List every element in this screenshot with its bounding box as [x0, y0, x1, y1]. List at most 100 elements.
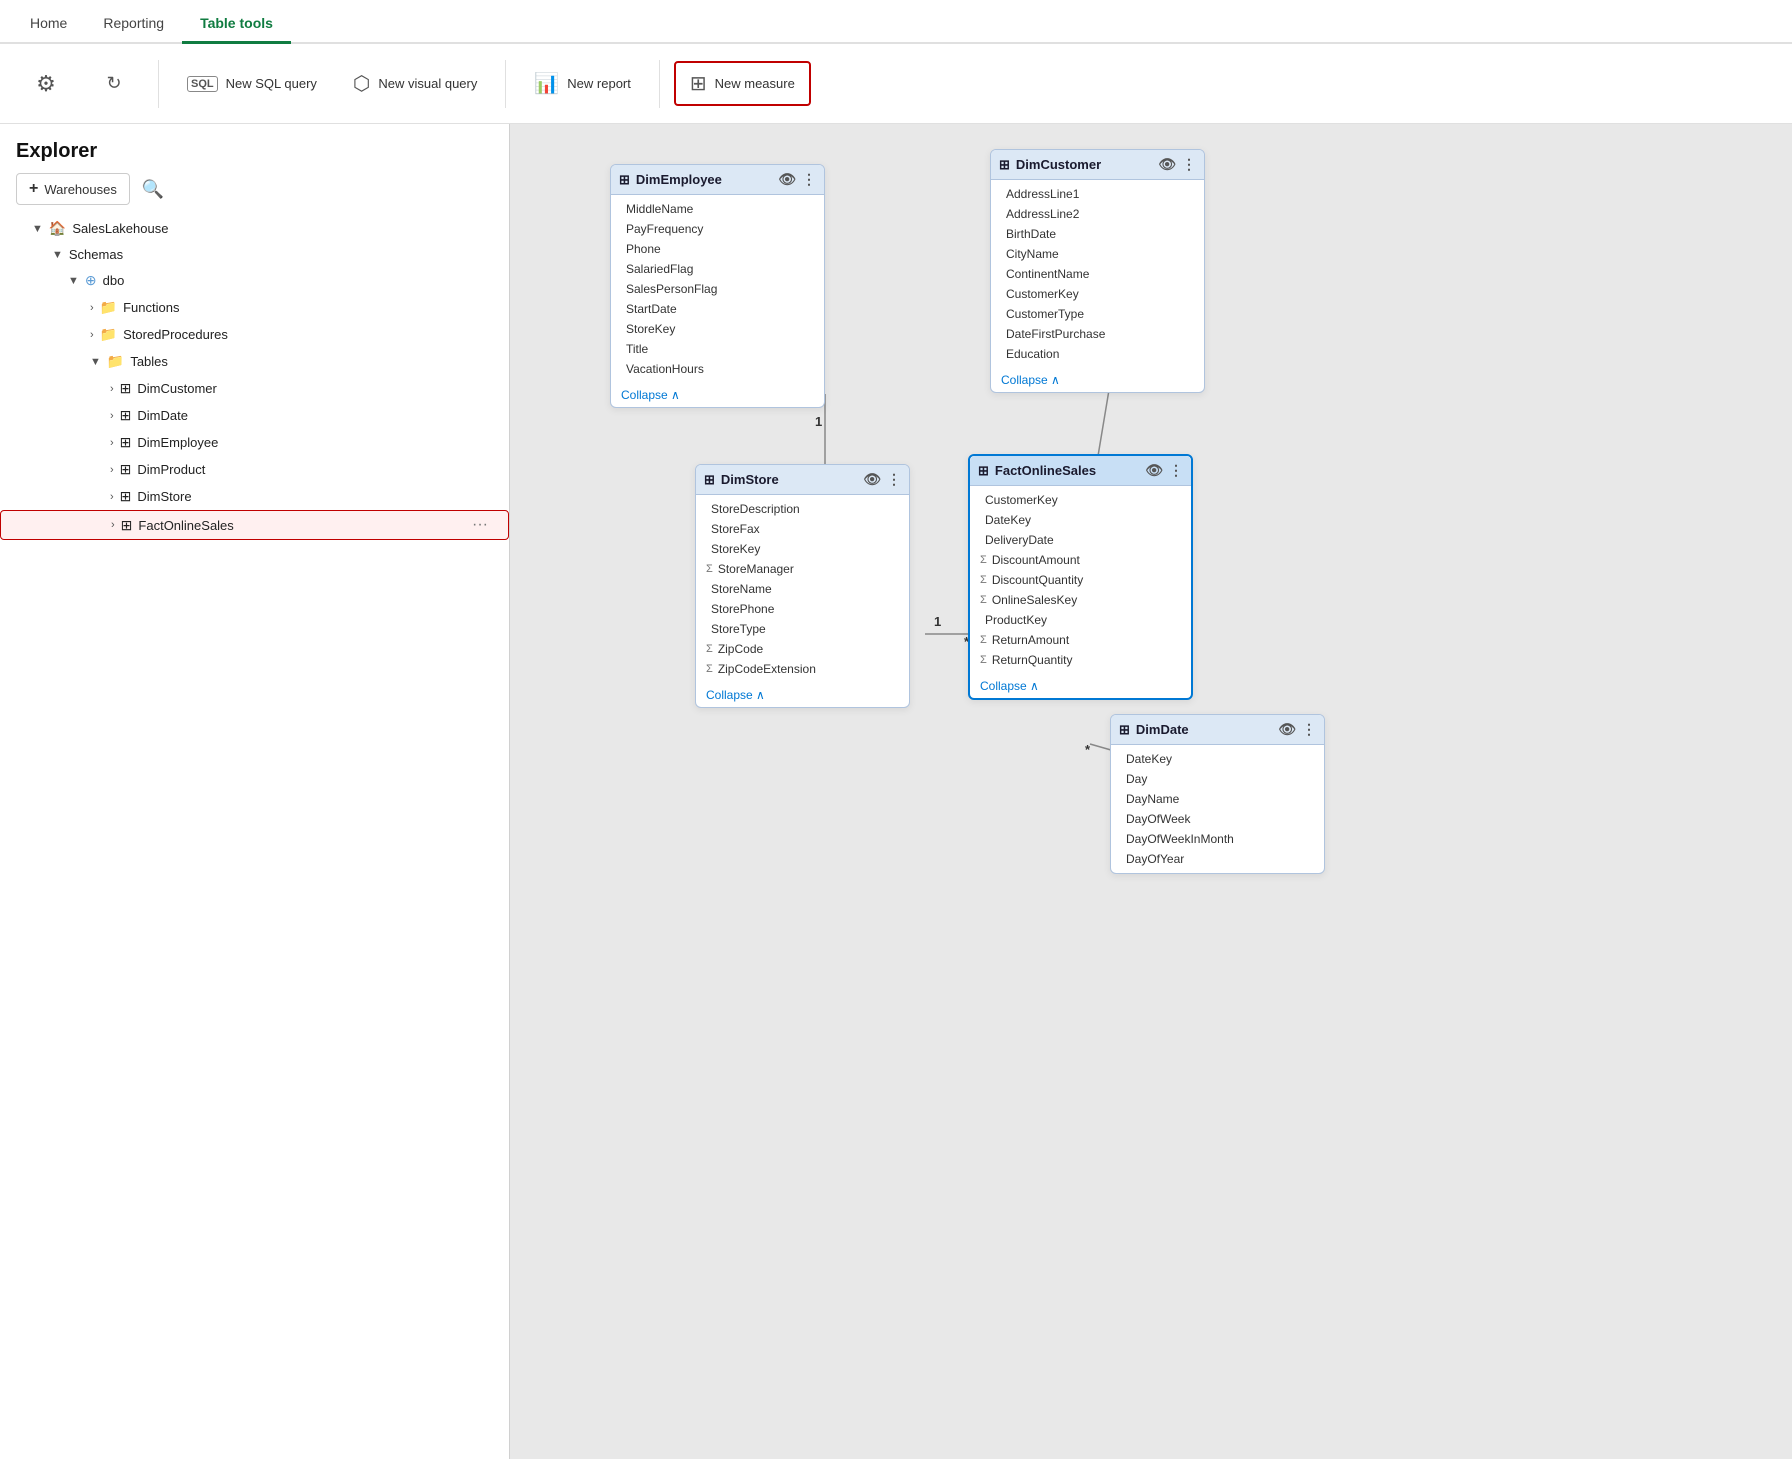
more-icon[interactable]: ⋮	[1169, 462, 1183, 479]
chevron-down-icon: ▼	[90, 356, 101, 368]
eye-icon[interactable]: 👁	[863, 471, 881, 488]
toolbar: ⚙ ↻ SQL New SQL query ⬡ New visual query…	[0, 44, 1792, 124]
eye-icon[interactable]: 👁	[1158, 156, 1176, 173]
more-options-button[interactable]: ···	[468, 516, 492, 534]
tree-label: Schemas	[69, 247, 123, 262]
more-icon[interactable]: ⋮	[887, 471, 901, 488]
table-header-dimemployee: ⊞ DimEmployee 👁 ⋮	[611, 165, 824, 195]
new-sql-query-button[interactable]: SQL New SQL query	[173, 68, 331, 100]
folder-icon: 📁	[100, 326, 117, 343]
eye-icon[interactable]: 👁	[1145, 462, 1163, 479]
refresh-icon: ↻	[106, 73, 121, 94]
table-row: VacationHours	[611, 359, 824, 379]
tree-item-dbo[interactable]: ▼ ⊕ dbo	[0, 267, 509, 294]
chevron-right-icon: ›	[110, 383, 114, 395]
table-row: Day	[1111, 769, 1324, 789]
tree-label: DimProduct	[137, 462, 205, 477]
tree-item-storedprocedures[interactable]: › 📁 StoredProcedures	[0, 321, 509, 348]
tree-label: StoredProcedures	[123, 327, 228, 342]
sql-icon: SQL	[187, 76, 218, 92]
table-title: DimStore	[721, 472, 779, 487]
folder-icon: 📁	[100, 299, 117, 316]
tree-item-factonlinesales[interactable]: › ⊞ FactOnlineSales ···	[0, 510, 509, 540]
report-icon: 📊	[534, 71, 559, 96]
plus-icon: +	[29, 180, 38, 198]
table-row: StoreDescription	[696, 499, 909, 519]
new-visual-query-button[interactable]: ⬡ New visual query	[339, 63, 491, 104]
search-button[interactable]: 🔍	[138, 175, 168, 204]
add-warehouses-button[interactable]: + Warehouses	[16, 173, 130, 205]
table-row: DayOfWeek	[1111, 809, 1324, 829]
tree-label: dbo	[103, 273, 125, 288]
table-title: FactOnlineSales	[995, 463, 1096, 478]
tab-home[interactable]: Home	[12, 5, 85, 44]
tree-label: DimStore	[137, 489, 191, 504]
table-row: CityName	[991, 244, 1204, 264]
more-icon[interactable]: ⋮	[802, 171, 816, 188]
table-body-dimemployee: MiddleName PayFrequency Phone SalariedFl…	[611, 195, 824, 383]
settings-icon: ⚙	[36, 71, 56, 97]
tree-item-dimproduct[interactable]: › ⊞ DimProduct	[0, 456, 509, 483]
chevron-right-icon: ›	[110, 437, 114, 449]
refresh-button[interactable]: ↻	[84, 67, 144, 100]
collapse-dimstore[interactable]: Collapse ∧	[696, 683, 909, 707]
diagram-canvas: 1 ⊕ 1 * * 1 * 1 ⊞ DimEmployee 👁 ⋮ Middle…	[510, 124, 1792, 1459]
table-row: ΣOnlineSalesKey	[970, 590, 1191, 610]
tab-reporting[interactable]: Reporting	[85, 5, 182, 44]
table-row: DayOfYear	[1111, 849, 1324, 869]
new-report-button[interactable]: 📊 New report	[520, 63, 644, 104]
tree-label: SalesLakehouse	[72, 221, 168, 236]
chevron-right-icon: ›	[90, 302, 94, 314]
table-body-dimcustomer: AddressLine1 AddressLine2 BirthDate City…	[991, 180, 1204, 368]
table-row: BirthDate	[991, 224, 1204, 244]
connector-label-7: *	[1085, 742, 1090, 757]
folder-icon: 📁	[107, 353, 124, 370]
search-icon: 🔍	[142, 179, 164, 199]
tree-item-dimcustomer[interactable]: › ⊞ DimCustomer	[0, 375, 509, 402]
more-icon[interactable]: ⋮	[1182, 156, 1196, 173]
tree-item-functions[interactable]: › 📁 Functions	[0, 294, 509, 321]
table-row: StoreKey	[611, 319, 824, 339]
collapse-dimemployee[interactable]: Collapse ∧	[611, 383, 824, 407]
tree-item-schemas[interactable]: ▼ Schemas	[0, 242, 509, 267]
eye-icon[interactable]: 👁	[778, 171, 796, 188]
chevron-down-icon: ▼	[52, 249, 63, 261]
table-row: CustomerKey	[991, 284, 1204, 304]
table-row: DateFirstPurchase	[991, 324, 1204, 344]
settings-button[interactable]: ⚙	[16, 65, 76, 103]
table-icon: ⊞	[1119, 722, 1130, 738]
more-icon[interactable]: ⋮	[1302, 721, 1316, 738]
eye-icon[interactable]: 👁	[1278, 721, 1296, 738]
table-row: ΣDiscountQuantity	[970, 570, 1191, 590]
table-title: DimCustomer	[1016, 157, 1101, 172]
tree-item-dimstore[interactable]: › ⊞ DimStore	[0, 483, 509, 510]
table-icon: ⊞	[120, 488, 132, 505]
chevron-right-icon: ›	[110, 464, 114, 476]
toolbar-separator-2	[505, 60, 506, 108]
table-title: DimEmployee	[636, 172, 722, 187]
table-row: StoreType	[696, 619, 909, 639]
tree-label: DimEmployee	[137, 435, 218, 450]
tree-label: FactOnlineSales	[138, 518, 233, 533]
chevron-right-icon: ›	[110, 491, 114, 503]
table-row: StoreFax	[696, 519, 909, 539]
table-header-factonlinesales: ⊞ FactOnlineSales 👁 ⋮	[970, 456, 1191, 486]
table-icon: ⊞	[999, 157, 1010, 173]
collapse-factonlinesales[interactable]: Collapse ∧	[970, 674, 1191, 698]
table-icon: ⊞	[978, 463, 989, 479]
table-card-dimstore: ⊞ DimStore 👁 ⋮ StoreDescription StoreFax…	[695, 464, 910, 708]
tree-item-saleslakehouse[interactable]: ▼ 🏠 SalesLakehouse	[0, 215, 509, 242]
table-row: StoreKey	[696, 539, 909, 559]
warehouses-label: Warehouses	[44, 182, 117, 197]
visual-query-icon: ⬡	[353, 71, 370, 96]
table-row: Education	[991, 344, 1204, 364]
tree-label: DimDate	[137, 408, 188, 423]
tree-item-dimemployee[interactable]: › ⊞ DimEmployee	[0, 429, 509, 456]
measure-icon: ⊞	[690, 71, 707, 96]
tab-tabletools[interactable]: Table tools	[182, 5, 291, 44]
tree-item-dimdate[interactable]: › ⊞ DimDate	[0, 402, 509, 429]
table-card-dimcustomer: ⊞ DimCustomer 👁 ⋮ AddressLine1 AddressLi…	[990, 149, 1205, 393]
tree-item-tables[interactable]: ▼ 📁 Tables	[0, 348, 509, 375]
collapse-dimcustomer[interactable]: Collapse ∧	[991, 368, 1204, 392]
new-measure-button[interactable]: ⊞ New measure	[674, 61, 811, 106]
